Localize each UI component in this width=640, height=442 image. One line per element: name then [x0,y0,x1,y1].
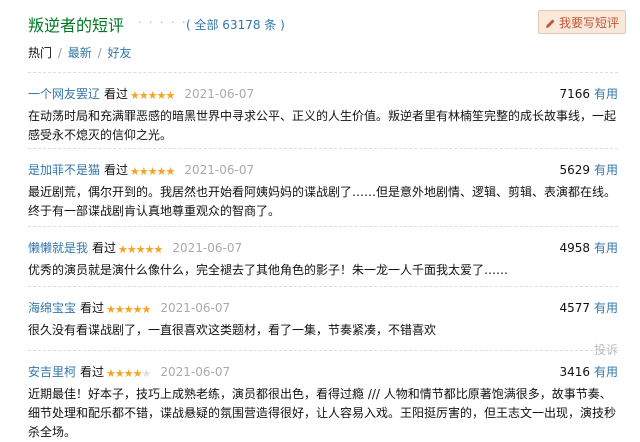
comment-date: 2021-06-07 [172,241,243,255]
comment-user-link[interactable]: 一个网友罢辽 [28,87,100,101]
vote-box: 4958 有用 [559,240,618,256]
comment-date: 2021-06-07 [184,87,255,101]
vote-count: 3416 [559,365,590,379]
comment-user-link[interactable]: 是加菲不是猫 [28,163,100,177]
rating-stars: ★★★★★★★★★★ [130,88,175,104]
star-filled-icon: ★★★★★ [106,367,142,380]
watched-status: 看过 [104,163,129,177]
comment-user-link[interactable]: 安吉里柯 [28,365,76,379]
comment-date: 2021-06-07 [160,365,231,379]
vote-box: 4577 有用 [559,300,618,316]
comment-date: 2021-06-07 [160,301,231,315]
comment-item: 是加菲不是猫 看过 ★★★★★ ★★★★★ 2021-06-07 5629 有用最近剧荒，偶… [28,148,618,226]
tab-latest[interactable]: 最新 [68,46,92,60]
comment-meta: 是加菲不是猫 看过 ★★★★★ ★★★★★ 2021-06-07 5629 有用 [28,162,618,178]
rating-stars: ★★★★★★★★★★ [118,242,163,258]
comment-text: 近期最佳！好本子，技巧上成熟老练，演员都很出色，看得过瘾 /// 人物和情节都比… [28,387,617,439]
vote-box: 5629 有用 [559,162,618,178]
write-comment-button[interactable]: 我要写短评 [538,10,626,34]
vote-box: 3416 有用 [559,364,618,380]
star-filled-icon: ★★★★★ [106,303,151,316]
comment-text: 最近剧荒，偶尔开到的。我居然也开始看阿姨妈妈的谍战剧了……但是意外地剧情、逻辑、… [28,185,617,218]
all-comments-link[interactable]: ( 全部 63178 条 ) [186,16,285,33]
section-title: 叛逆者的短评 [28,16,125,35]
watched-status: 看过 [92,241,117,255]
tab-friends[interactable]: 好友 [107,46,131,60]
comment-text: 在动荡时局和充满罪恶感的暗黑世界中寻求公平、正义的人生价值。叛逆者里有林楠笙完整… [28,109,617,142]
watched-status: 看过 [104,87,129,101]
tab-hot[interactable]: 热门 [28,46,52,60]
comments-header: 叛逆者的短评 · · · · · · ( 全部 63178 条 ) 我要写短评 [16,8,626,36]
pencil-icon [545,19,555,28]
rating-stars: ★★★★★★★★★★ [106,366,151,382]
comment-meta: 安吉里柯看过★★★★★★★★★★ 2021-06-07 3416 有用 [28,364,618,380]
comment-list: 一个网友罢辽 看过 ★★★★★ ★★★★★ 2021-06-07 7166 有用 在动荡时局和… [28,72,618,439]
rating-stars: ★★★★★★★★★★ [106,302,151,318]
comment-meta: 一个网友罢辽 看过 ★★★★★ ★★★★★ 2021-06-07 7166 有用 [28,86,618,102]
useful-button[interactable]: 有用 [594,163,618,177]
useful-button[interactable]: 有用 [594,365,618,379]
star-filled-icon: ★★★★★ [130,89,175,102]
comment-date: 2021-06-07 [184,163,255,177]
vote-count: 7166 [559,87,590,101]
comment-meta: 海绵宝宝 看过 ★★★★★ ★★★★★ 2021-06-07 4577 有用 [28,300,618,316]
tab-separator: / [97,46,102,60]
comment-item: 懒懒就是我 看过 ★★★★★ ★★★★★ 2021-06-07 4958 有用优秀的演员就是… [28,226,618,286]
comment-user-link[interactable]: 海绵宝宝 [28,301,76,315]
write-comment-label: 我要写短评 [558,16,619,30]
star-filled-icon: ★★★★★ [130,165,175,178]
sort-tabs: 热门 / 最新 / 好友 [28,44,133,61]
tab-separator: / [57,46,62,60]
useful-button[interactable]: 有用 [594,241,618,255]
comment-text: 很久没有看谍战剧了，一直很喜欢这类题材，看了一集，节奏紧凑，不错喜欢 [28,323,437,337]
comment-item: 一个网友罢辽 看过 ★★★★★ ★★★★★ 2021-06-07 7166 有用在动荡时局和… [28,72,618,148]
vote-count: 4577 [559,301,590,315]
rating-stars: ★★★★★★★★★★ [130,164,175,180]
watched-status: 看过 [80,365,105,379]
useful-button[interactable]: 有用 [594,301,618,315]
comment-meta: 懒懒就是我 看过 ★★★★★ ★★★★★ 2021-06-07 4958 有用 [28,240,618,256]
comment-item: 安吉里柯看过★★★★★★★★★★ 2021-06-07 3416 有用近期最佳！好本子… [28,350,618,439]
comment-text: 优秀的演员就是演什么像什么，完全褪去了其他角色的影子！朱一龙一人千面我太爱了…… [28,263,509,277]
comment-item: 海绵宝宝 看过 ★★★★★ ★★★★★ 2021-06-07 4577 有用很久没有看谍战剧… [28,286,618,357]
star-filled-icon: ★★★★★ [118,243,163,256]
vote-count: 5629 [559,163,590,177]
vote-box: 7166 有用 [559,86,618,102]
watched-status: 看过 [80,301,105,315]
comment-user-link[interactable]: 懒懒就是我 [28,241,88,255]
useful-button[interactable]: 有用 [594,87,618,101]
vote-count: 4958 [559,241,590,255]
